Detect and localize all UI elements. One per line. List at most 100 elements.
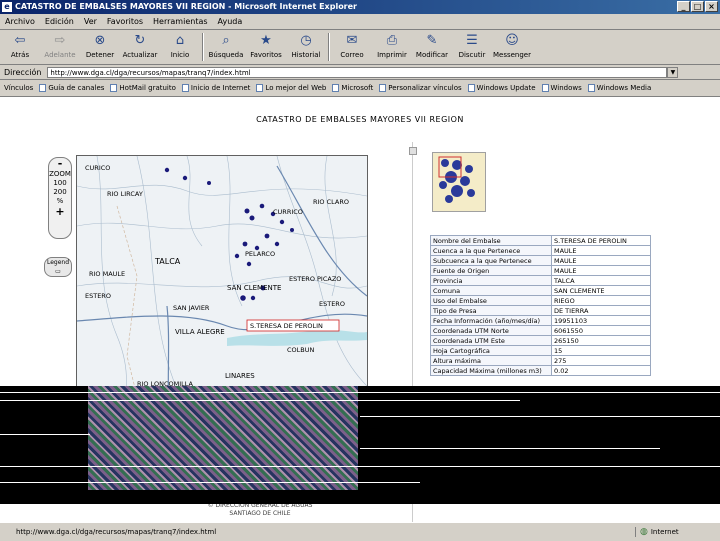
map-label: PELARCO	[245, 250, 275, 258]
link-item[interactable]: Windows	[541, 84, 588, 92]
page-title: CATASTRO DE EMBALSES MAYORES VII REGION	[256, 115, 464, 124]
info-value: 265150	[551, 335, 651, 346]
region-thumbnail[interactable]	[432, 152, 486, 212]
map-label: SAN CLEMENTE	[227, 284, 281, 292]
info-row: Coordenada UTM Este 265150	[430, 335, 651, 346]
info-value: 6061550	[551, 325, 651, 336]
zoom-label: ZOOM	[49, 170, 71, 178]
map-label: TALCA	[154, 257, 181, 266]
page-icon	[332, 84, 340, 92]
messenger-icon: ☺	[505, 33, 519, 48]
info-key: Hoja Cartográfica	[430, 345, 552, 356]
zoom-level-200[interactable]: 200	[49, 188, 71, 197]
artifact-line	[0, 392, 720, 393]
info-key: Provincia	[430, 275, 552, 286]
menu-ayuda[interactable]: Ayuda	[213, 17, 248, 26]
info-value: 0.02	[551, 365, 651, 376]
page-icon	[587, 84, 595, 92]
info-key: Subcuenca a la que Pertenece	[430, 255, 552, 266]
map-label: COLBUN	[287, 346, 314, 354]
footer-line: SANTIAGO DE CHILE	[229, 510, 291, 517]
print-button[interactable]: ⎙ Imprimir	[372, 30, 412, 64]
artifact-line	[0, 400, 520, 401]
link-item[interactable]: Lo mejor del Web	[256, 84, 332, 92]
edit-button[interactable]: ✎ Modificar	[412, 30, 452, 64]
map-label: CURICO	[85, 164, 110, 172]
favorites-button[interactable]: ★ Favoritos	[246, 30, 286, 64]
toolbar: ⇦ Atrás ⇨ Adelante ⊗ Detener ↻ Actualizar ⌂ I…	[0, 30, 720, 65]
search-button[interactable]: ⌕ Búsqueda	[206, 30, 246, 64]
forward-button[interactable]: ⇨ Adelante	[40, 30, 80, 64]
zoom-in-button[interactable]: +	[49, 206, 71, 218]
map-label: ESTERO	[319, 300, 345, 308]
info-key: Capacidad Máxima (millones m3)	[430, 365, 552, 376]
map-label: VILLA ALEGRE	[175, 328, 225, 336]
mail-button[interactable]: ✉ Correo	[332, 30, 372, 64]
menu-archivo[interactable]: Archivo	[0, 17, 40, 26]
discuss-button[interactable]: ☰ Discutir	[452, 30, 492, 64]
back-button[interactable]: ⇦ Atrás	[0, 30, 40, 64]
menu-herramientas[interactable]: Herramientas	[148, 17, 213, 26]
info-row: Hoja Cartográfica 15	[430, 345, 651, 356]
selected-reservoir-label: S.TERESA DE PEROLIN	[250, 322, 323, 330]
page-icon	[467, 84, 475, 92]
link-item[interactable]: Microsoft	[332, 84, 379, 92]
info-key: Cuenca a la que Pertenece	[430, 245, 552, 256]
page-icon	[39, 84, 47, 92]
info-key: Altura máxima	[430, 355, 552, 366]
rendering-artifact	[0, 386, 720, 504]
artifact-noise	[88, 386, 358, 490]
link-item[interactable]: Guía de canales	[39, 84, 110, 92]
link-item[interactable]: Personalizar vínculos	[379, 84, 467, 92]
link-item[interactable]: HotMail gratuito	[110, 84, 182, 92]
map-label: SAN JAVIER	[173, 304, 210, 312]
info-value: RIEGO	[551, 295, 651, 306]
discuss-icon: ☰	[466, 33, 478, 48]
link-item[interactable]: Windows Update	[467, 84, 542, 92]
info-row: Altura máxima 275	[430, 355, 651, 366]
links-label: Vínculos	[4, 84, 34, 92]
stop-icon: ⊗	[94, 33, 106, 48]
close-button[interactable]: ×	[705, 1, 718, 12]
info-key: Uso del Embalse	[430, 295, 552, 306]
info-value: SAN CLEMENTE	[551, 285, 651, 296]
info-row: Subcuenca a la que Pertenece MAULE	[430, 255, 651, 266]
zoom-out-button[interactable]: -	[49, 158, 71, 170]
info-value: MAULE	[551, 255, 651, 266]
search-icon: ⌕	[222, 33, 230, 48]
info-row: Fuente de Origen MAULE	[430, 265, 651, 276]
links-bar: Vínculos Guía de canales HotMail gratuit…	[0, 80, 720, 97]
forward-arrow-icon: ⇨	[54, 33, 66, 48]
info-value: 19951103	[551, 315, 651, 326]
stop-button[interactable]: ⊗ Detener	[80, 30, 120, 64]
info-row: Capacidad Máxima (millones m3) 0.02	[430, 365, 651, 376]
link-item[interactable]: Windows Media	[587, 84, 658, 92]
refresh-button[interactable]: ↻ Actualizar	[120, 30, 160, 64]
maximize-button[interactable]: □	[691, 1, 704, 12]
selected-reservoir-marker[interactable]	[239, 294, 247, 302]
link-item[interactable]: Inicio de Internet	[181, 84, 257, 92]
menu-favoritos[interactable]: Favoritos	[102, 17, 148, 26]
zoom-level-100[interactable]: 100	[49, 179, 71, 188]
address-dropdown-button[interactable]: ▼	[667, 66, 679, 78]
messenger-button[interactable]: ☺ Messenger	[492, 30, 532, 64]
footer: © DIRECCION GENERAL DE AGUAS SANTIAGO DE…	[130, 502, 390, 518]
divider-handle[interactable]	[409, 147, 417, 155]
info-row: Coordenada UTM Norte 6061550	[430, 325, 651, 336]
history-button[interactable]: ◷ Historial	[286, 30, 326, 64]
menu-edicion[interactable]: Edición	[40, 17, 79, 26]
home-button[interactable]: ⌂ Inicio	[160, 30, 200, 64]
info-key: Nombre del Embalse	[430, 235, 552, 246]
address-input[interactable]: http://www.dga.cl/dga/recursos/mapas/tra…	[47, 66, 668, 78]
info-value: DE TIERRA	[551, 305, 651, 316]
status-bar: http://www.dga.cl/dga/recursos/mapas/tra…	[0, 522, 720, 541]
menu-ver[interactable]: Ver	[79, 17, 102, 26]
page-icon	[379, 84, 387, 92]
info-value: 275	[551, 355, 651, 366]
legend-button[interactable]: Legend ▭	[44, 257, 72, 277]
zoom-control: - ZOOM 100 200 % +	[48, 157, 72, 239]
info-key: Coordenada UTM Este	[430, 335, 552, 346]
info-key: Fuente de Origen	[430, 265, 552, 276]
minimize-button[interactable]: _	[677, 1, 690, 12]
page-icon	[110, 84, 118, 92]
